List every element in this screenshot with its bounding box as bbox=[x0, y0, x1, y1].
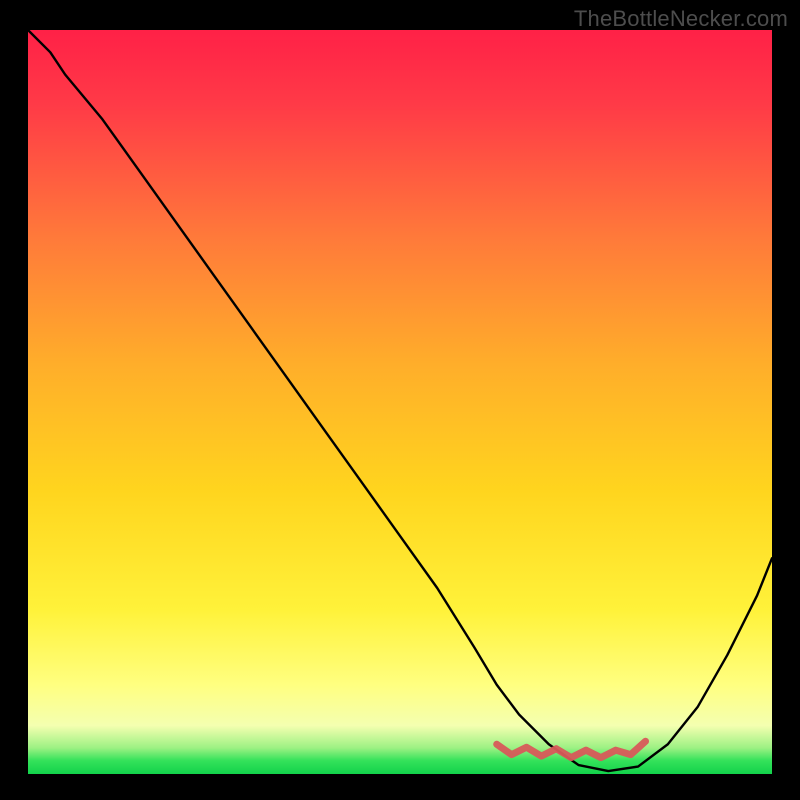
chart-stage: TheBottleNecker.com bbox=[0, 0, 800, 800]
plot-svg bbox=[28, 30, 772, 774]
watermark-text: TheBottleNecker.com bbox=[574, 6, 788, 32]
plot-area bbox=[28, 30, 772, 774]
